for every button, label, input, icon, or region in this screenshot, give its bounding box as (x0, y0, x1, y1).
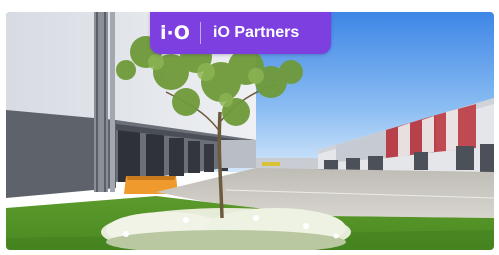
brand-logo: i·O (160, 22, 190, 44)
brand-name: iO Partners (213, 24, 300, 41)
brand-badge: i·O iO Partners (150, 12, 331, 54)
